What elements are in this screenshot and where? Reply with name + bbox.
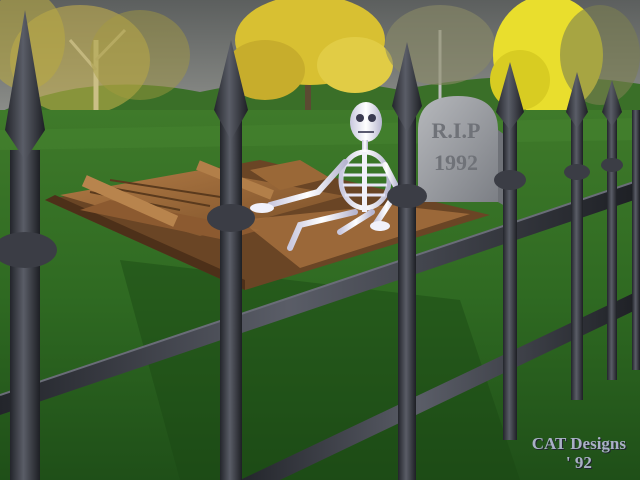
credit-text: CAT Designs ' 92 xyxy=(532,434,626,472)
tombstone-year-text: 1992 xyxy=(434,150,478,175)
credit-line-1: CAT Designs xyxy=(531,434,626,453)
scene-canvas: R.I.P 1992 xyxy=(0,0,640,480)
graveyard-scene: R.I.P 1992 CAT Designs ' 92 xyxy=(0,0,640,480)
credit-line-2: ' 92 xyxy=(565,453,592,472)
tombstone: R.I.P 1992 xyxy=(418,96,505,206)
tombstone-rip-text: R.I.P xyxy=(432,118,481,143)
